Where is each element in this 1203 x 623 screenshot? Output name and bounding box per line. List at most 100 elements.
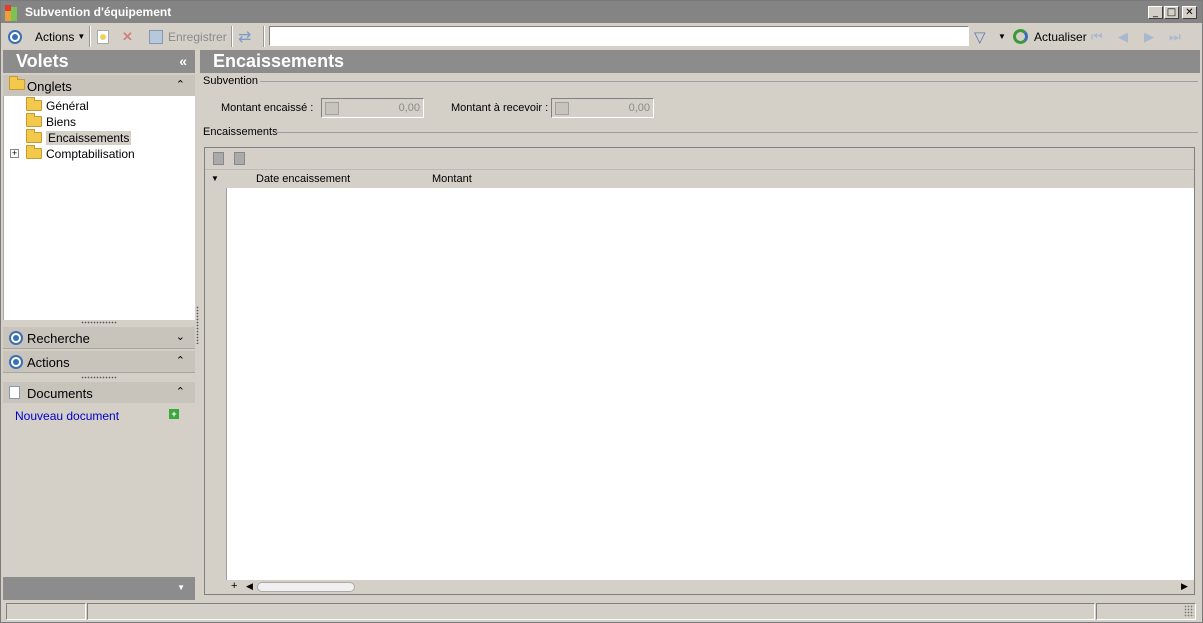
- resize-grip-icon[interactable]: [1184, 605, 1194, 617]
- status-cell: [6, 603, 86, 620]
- scroll-right-icon[interactable]: ▶: [1181, 581, 1188, 592]
- folder-icon: [26, 113, 42, 127]
- sidebar-title: Volets: [16, 51, 69, 71]
- montant-recevoir-label: Montant à recevoir :: [451, 102, 549, 114]
- application-window: Subvention d'équipement _ □ ✕ Actions ▼ …: [0, 0, 1203, 623]
- sidebar-panel: Volets « Onglets ⌃ Général Biens Encaiss…: [3, 50, 195, 600]
- previous-record-icon[interactable]: ◀: [1118, 23, 1128, 50]
- tree-item-comptabilisation[interactable]: + Comptabilisation: [10, 145, 135, 161]
- toolbar: Actions ▼ ✕ Enregistrer ⇄ ▽ ▼ Actualiser…: [1, 23, 1202, 50]
- column-header-date[interactable]: Date encaissement: [256, 173, 350, 185]
- page-title: Encaissements: [213, 51, 345, 71]
- actions-menu-button[interactable]: Actions ▼: [35, 23, 85, 50]
- resize-grip[interactable]: [81, 376, 117, 379]
- tree-item-label: Encaissements: [46, 130, 132, 145]
- column-header-montant[interactable]: Montant: [432, 173, 472, 185]
- title-bar: Subvention d'équipement _ □ ✕: [1, 1, 1202, 23]
- sync-icon[interactable]: ⇄: [238, 23, 251, 50]
- tree-item-label: Général: [46, 98, 89, 113]
- row-selector-column: [205, 188, 227, 580]
- first-record-icon[interactable]: ⏮: [1091, 23, 1103, 50]
- calculator-icon[interactable]: [555, 102, 569, 115]
- status-cell: [1096, 603, 1196, 620]
- folder-icon: [26, 97, 42, 111]
- new-row-icon[interactable]: [213, 152, 224, 165]
- encaissements-section-label: Encaissements: [203, 126, 278, 138]
- refresh-button[interactable]: Actualiser: [1013, 23, 1087, 50]
- montant-recevoir-field[interactable]: 0,00: [551, 98, 654, 118]
- tree-item-label: Comptabilisation: [46, 146, 135, 161]
- documents-group-header[interactable]: Documents ⌃: [3, 382, 195, 404]
- divider: [260, 81, 1198, 82]
- status-cell: [87, 603, 1095, 620]
- delete-icon[interactable]: ✕: [122, 23, 133, 50]
- app-icon: [5, 5, 21, 21]
- tree-item-encaissements[interactable]: Encaissements: [26, 129, 132, 145]
- document-icon: [9, 386, 20, 399]
- folder-icon: [9, 76, 29, 90]
- scroll-left-icon[interactable]: ◀: [246, 581, 253, 592]
- tree-item-biens[interactable]: Biens: [26, 113, 77, 129]
- resize-grip[interactable]: [81, 321, 117, 324]
- filter-dropdown-icon[interactable]: ▼: [998, 23, 1006, 50]
- divider: [276, 132, 1198, 133]
- chevron-down-icon: ⌄: [175, 330, 185, 343]
- documents-label: Documents: [27, 386, 93, 401]
- add-row-icon[interactable]: +: [231, 580, 237, 592]
- tabs-tree: Général Biens Encaissements + Comptabili…: [3, 96, 195, 320]
- status-bar: [3, 601, 1200, 622]
- last-record-icon[interactable]: ⏭: [1169, 23, 1181, 50]
- montant-encaisse-field[interactable]: 0,00: [321, 98, 424, 118]
- save-icon: [149, 29, 163, 44]
- refresh-icon: [1013, 29, 1028, 44]
- chevron-up-icon: ⌃: [175, 354, 185, 367]
- tree-item-general[interactable]: Général: [26, 97, 89, 113]
- edit-row-icon[interactable]: [234, 152, 245, 165]
- search-input[interactable]: [270, 27, 968, 45]
- actions-menu-label: Actions: [35, 29, 75, 44]
- onglets-label: Onglets: [27, 79, 72, 94]
- add-icon[interactable]: +: [169, 409, 179, 419]
- save-label: Enregistrer: [168, 29, 227, 44]
- grid-header: ▼ Date encaissement Montant: [205, 170, 1194, 188]
- montant-recevoir-value: 0,00: [628, 102, 650, 114]
- subvention-section-label: Subvention: [203, 75, 259, 87]
- chevron-up-icon: ⌃: [175, 385, 185, 398]
- chevron-down-icon[interactable]: ▼: [177, 583, 185, 592]
- grid-toolbar: [205, 148, 1194, 170]
- main-content: Encaissements Subvention Montant encaiss…: [200, 50, 1200, 600]
- chevron-down-icon: ▼: [77, 32, 86, 41]
- montant-encaisse-value: 0,00: [398, 102, 420, 114]
- tree-item-label: Biens: [46, 114, 77, 129]
- close-button[interactable]: ✕: [1182, 6, 1197, 19]
- recherche-label: Recherche: [27, 331, 90, 346]
- folder-icon: [26, 145, 42, 159]
- montant-encaisse-label: Montant encaissé :: [221, 102, 314, 114]
- onglets-group-header[interactable]: Onglets ⌃: [3, 75, 195, 97]
- filter-icon[interactable]: ▽: [974, 23, 986, 50]
- scroll-thumb[interactable]: [257, 582, 355, 592]
- open-folder-icon: [26, 129, 42, 143]
- actions-group-header[interactable]: Actions ⌃: [3, 351, 195, 373]
- collapse-sidebar-icon[interactable]: «: [179, 50, 187, 73]
- maximize-button[interactable]: □: [1164, 6, 1179, 19]
- next-record-icon[interactable]: ▶: [1144, 23, 1154, 50]
- sidebar-header: Volets «: [3, 50, 195, 73]
- minimize-button[interactable]: _: [1148, 6, 1163, 19]
- save-button[interactable]: Enregistrer: [149, 23, 227, 50]
- actions-radio-icon[interactable]: [8, 23, 22, 50]
- search-input-container: [269, 26, 969, 46]
- recherche-group-header[interactable]: Recherche ⌄: [3, 327, 195, 349]
- calculator-icon[interactable]: [325, 102, 339, 115]
- radio-icon: [9, 355, 23, 369]
- panel-splitter[interactable]: [196, 306, 199, 344]
- horizontal-scrollbar[interactable]: + ◀ ▶: [205, 580, 1194, 594]
- column-chooser-icon[interactable]: ▼: [211, 174, 219, 183]
- window-title: Subvention d'équipement: [25, 5, 172, 19]
- new-document-link[interactable]: Nouveau document: [15, 409, 119, 423]
- encaissements-grid: ▼ Date encaissement Montant + ◀ ▶: [204, 147, 1195, 595]
- radio-icon: [9, 331, 23, 345]
- new-document-icon[interactable]: [97, 23, 109, 50]
- documents-body: Nouveau document +: [3, 403, 195, 577]
- expand-icon[interactable]: +: [10, 149, 19, 158]
